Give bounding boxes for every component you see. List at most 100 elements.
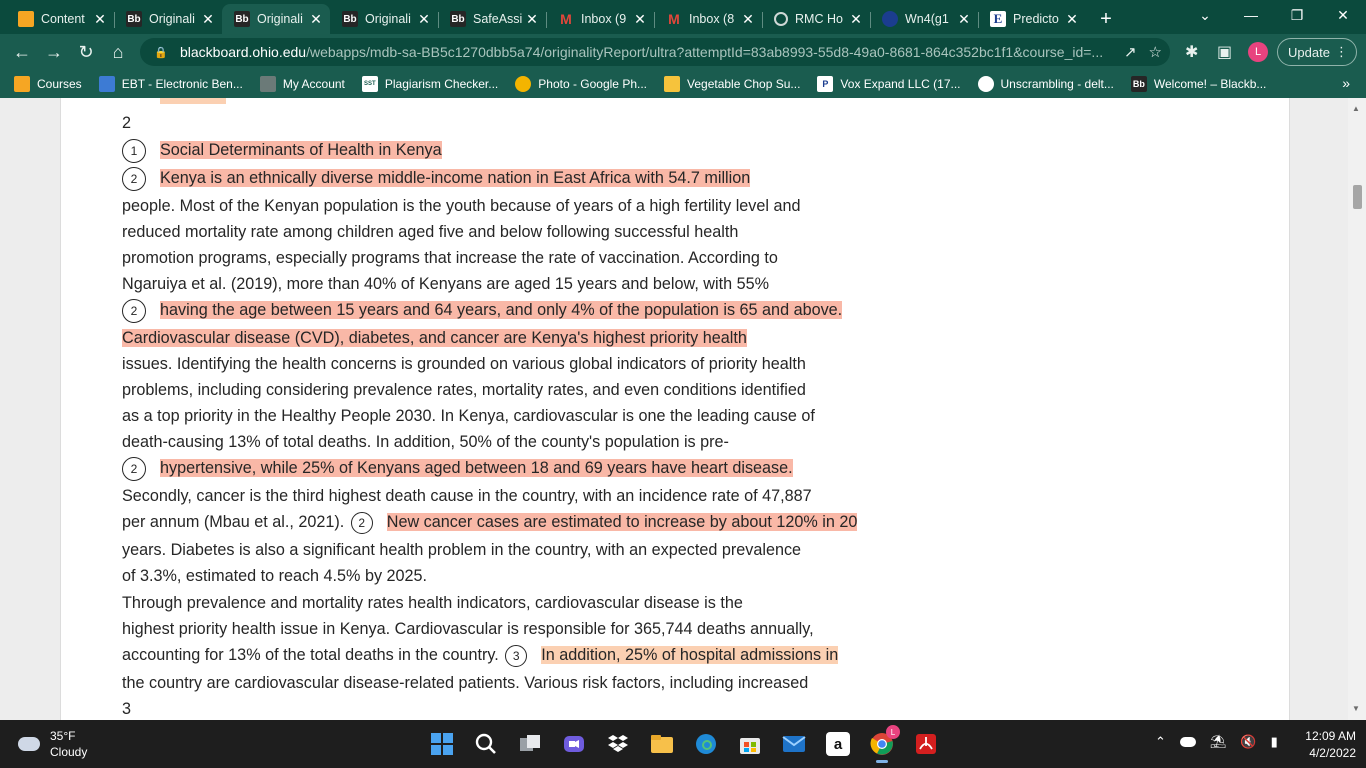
tab-close-icon[interactable]: ✕ — [956, 11, 972, 28]
close-window-icon[interactable]: ✕ — [1320, 0, 1366, 30]
tray-chevron-up-icon[interactable]: ⌃ — [1155, 734, 1166, 750]
bookmark-item[interactable]: EBT - Electronic Ben... — [98, 76, 243, 92]
match-source-badge[interactable]: 2 — [122, 166, 146, 191]
chat-icon[interactable] — [558, 728, 590, 760]
edge-icon[interactable] — [690, 728, 722, 760]
tab-close-icon[interactable]: ✕ — [524, 11, 540, 28]
start-icon[interactable] — [426, 728, 458, 760]
browser-tab[interactable]: M Inbox (9 ✕ — [546, 4, 654, 34]
bookmark-item[interactable]: P Vox Expand LLC (17... — [817, 76, 961, 92]
speaker-muted-icon[interactable]: 🔇 — [1240, 734, 1256, 750]
forward-arrow-icon[interactable]: → — [38, 38, 70, 66]
bookmark-item[interactable]: Unscrambling - delt... — [977, 76, 1114, 92]
pencil-icon — [14, 76, 30, 92]
match-source-badge[interactable]: 2 — [350, 511, 373, 534]
report-text: years. Diabetes is also a significant he… — [122, 541, 802, 559]
bookmark-star-icon[interactable]: ☆ — [1149, 43, 1162, 61]
back-arrow-icon[interactable]: ← — [6, 38, 38, 66]
amazon-icon[interactable]: a — [826, 732, 850, 756]
matched-text-highlight[interactable]: Kenya is an ethnically diverse middle-in… — [160, 169, 751, 187]
search-icon[interactable] — [470, 728, 502, 760]
gmail-icon: M — [560, 11, 572, 27]
matched-text-highlight[interactable]: hypertensive, while 25% of Kenyans aged … — [160, 459, 793, 477]
scrollbar-thumb[interactable] — [1353, 185, 1362, 209]
match-source-badge[interactable]: 1 — [122, 138, 146, 163]
report-line: 2 Kenya is an ethnically diverse middle-i… — [122, 166, 751, 191]
report-line: issues. Identifying the health concerns … — [122, 352, 806, 376]
extensions-icon[interactable]: ✱ — [1185, 38, 1198, 66]
matched-text-highlight[interactable]: New cancer cases are estimated to increa… — [386, 513, 858, 531]
address-bar[interactable]: 🔒 blackboard.ohio.edu/webapps/mdb-sa-BB5… — [140, 38, 1170, 66]
browser-tab[interactable]: Content ✕ — [6, 4, 114, 34]
reload-icon[interactable]: ↻ — [70, 38, 102, 66]
tab-close-icon[interactable]: ✕ — [92, 11, 108, 28]
e-icon: E — [990, 11, 1006, 27]
tab-close-icon[interactable]: ✕ — [848, 11, 864, 28]
bookmark-item[interactable]: My Account — [259, 76, 345, 92]
update-button[interactable]: Update ⋮ — [1277, 38, 1357, 66]
bookmark-item[interactable]: Courses — [14, 76, 82, 92]
scroll-down-icon[interactable]: ▼ — [1352, 704, 1360, 713]
page-viewport: 2 1 Social Determinants of Health in Kenya… — [0, 98, 1366, 720]
browser-tab[interactable]: Bb Originali ✕ — [330, 4, 438, 34]
bookmark-item[interactable]: Photo - Google Ph... — [515, 76, 647, 92]
match-source-badge[interactable]: 2 — [122, 298, 146, 323]
file-explorer-icon[interactable] — [646, 728, 678, 760]
page-number: 3 — [122, 700, 132, 718]
home-icon[interactable]: ⌂ — [102, 38, 134, 66]
report-line: accounting for 13% of the total deaths i… — [122, 643, 839, 667]
bookmark-label: EBT - Electronic Ben... — [121, 77, 243, 91]
wifi-icon[interactable]: ⛱ — [1210, 734, 1227, 750]
browser-tab[interactable]: Wn4(g1 ✕ — [870, 4, 978, 34]
onedrive-cloud-icon[interactable] — [1179, 737, 1196, 747]
matched-text-highlight[interactable]: In addition, 25% of hospital admissions … — [541, 646, 839, 664]
share-icon[interactable]: ↗ — [1124, 43, 1137, 61]
mail-icon[interactable] — [778, 728, 810, 760]
tab-search-chevron-icon[interactable]: ⌄ — [1182, 0, 1228, 30]
tab-close-icon[interactable]: ✕ — [200, 11, 216, 28]
browser-tab[interactable]: Bb Originali ✕ — [222, 4, 330, 34]
new-tab-icon[interactable]: + — [1086, 4, 1126, 34]
bookmark-label: Welcome! – Blackb... — [1153, 77, 1267, 91]
dropbox-icon[interactable] — [602, 728, 634, 760]
side-panel-icon[interactable]: ▣ — [1217, 38, 1232, 66]
system-clock[interactable]: 12:09 AM 4/2/2022 — [1290, 728, 1356, 762]
match-source-badge[interactable]: 2 — [122, 456, 146, 481]
bookmark-item[interactable]: Vegetable Chop Su... — [664, 76, 800, 92]
matched-text-highlight[interactable]: Social Determinants of Health in Kenya — [160, 141, 442, 159]
report-text: Ngaruiya et al. (2019), more than 40% of… — [122, 275, 769, 293]
microsoft-store-icon[interactable] — [734, 728, 766, 760]
browser-tab[interactable]: E Predicto ✕ — [978, 4, 1086, 34]
lock-icon: 🔒 — [154, 46, 168, 59]
matched-text-highlight[interactable]: having the age between 15 years and 64 y… — [160, 301, 843, 319]
page-scrollbar[interactable]: ▲ ▼ — [1348, 98, 1366, 720]
bookmarks-overflow-icon[interactable]: » — [1342, 75, 1350, 91]
chrome-icon[interactable]: L — [866, 725, 900, 763]
profile-avatar[interactable]: L — [1248, 42, 1268, 62]
browser-tab[interactable]: Bb SafeAssi ✕ — [438, 4, 546, 34]
browser-tab[interactable]: RMC Ho ✕ — [762, 4, 870, 34]
task-view-icon[interactable] — [514, 728, 546, 760]
report-text: promotion programs, especially programs … — [122, 249, 778, 267]
matched-text-highlight[interactable]: Cardiovascular disease (CVD), diabetes, … — [122, 329, 747, 347]
heart-icon — [664, 76, 680, 92]
restore-icon[interactable]: ❐ — [1274, 0, 1320, 30]
tab-close-icon[interactable]: ✕ — [1064, 11, 1080, 28]
acrobat-icon[interactable] — [910, 728, 942, 760]
tab-close-icon[interactable]: ✕ — [416, 11, 432, 28]
match-source-badge[interactable]: 3 — [505, 644, 528, 667]
report-line: Ngaruiya et al. (2019), more than 40% of… — [122, 272, 769, 296]
tab-close-icon[interactable]: ✕ — [632, 11, 648, 28]
bookmark-item[interactable]: SST Plagiarism Checker... — [361, 76, 498, 92]
bookmark-item[interactable]: Bb Welcome! – Blackb... — [1130, 76, 1267, 92]
tab-close-icon[interactable]: ✕ — [308, 11, 324, 28]
scroll-up-icon[interactable]: ▲ — [1352, 104, 1360, 113]
minimize-icon[interactable]: — — [1228, 0, 1274, 30]
browser-tab[interactable]: Bb Originali ✕ — [114, 4, 222, 34]
weather-widget[interactable]: 35°F Cloudy — [18, 728, 87, 760]
url-path: /webapps/mdb-sa-BB5c1270dbb5a74/original… — [306, 44, 1104, 60]
tab-title: Originali — [365, 12, 411, 26]
tab-close-icon[interactable]: ✕ — [740, 11, 756, 28]
battery-icon[interactable]: ▮ — [1271, 734, 1278, 750]
browser-tab[interactable]: M Inbox (8 ✕ — [654, 4, 762, 34]
